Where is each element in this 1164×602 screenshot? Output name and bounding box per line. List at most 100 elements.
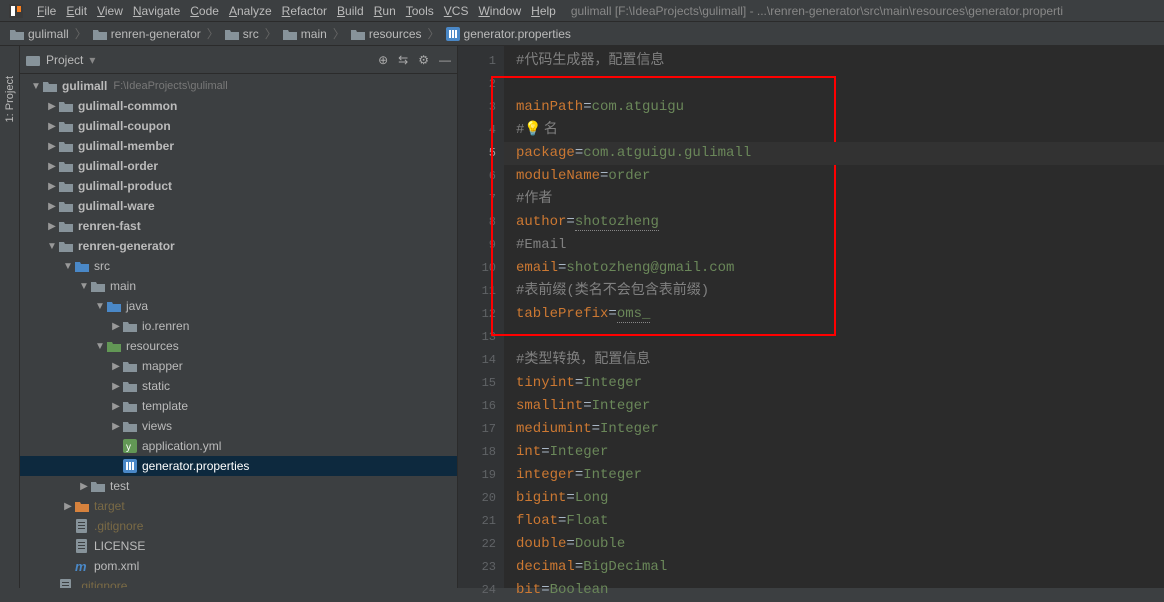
menu-window[interactable]: Window: [473, 2, 526, 20]
tree-item[interactable]: ▶gulimall-ware: [20, 196, 457, 216]
tree-item[interactable]: .gitignore: [20, 516, 457, 536]
code-line[interactable]: [516, 326, 1164, 349]
tree-item[interactable]: ▶io.renren: [20, 316, 457, 336]
tree-item[interactable]: yapplication.yml: [20, 436, 457, 456]
menu-vcs[interactable]: VCS: [439, 2, 474, 20]
editor[interactable]: 123456789101112131415161718192021222324 …: [458, 46, 1164, 588]
tree-item[interactable]: LICENSE: [20, 536, 457, 556]
file-icon: [74, 519, 90, 533]
dropdown-icon[interactable]: ▾: [89, 53, 95, 67]
breadcrumb-item[interactable]: src: [219, 27, 265, 41]
code-line[interactable]: package=com.atguigu.gulimall: [504, 142, 1164, 165]
tree-item[interactable]: ▼java: [20, 296, 457, 316]
folder-icon: [42, 80, 58, 92]
code-line[interactable]: bigint=Long: [516, 487, 1164, 510]
maven-icon: m: [74, 559, 90, 573]
code-line[interactable]: tinyint=Integer: [516, 372, 1164, 395]
code-line[interactable]: mediumint=Integer: [516, 418, 1164, 441]
code-line[interactable]: #表前缀(类名不会包含表前缀): [516, 280, 1164, 303]
code-line[interactable]: decimal=BigDecimal: [516, 556, 1164, 579]
tree-item[interactable]: ▼resources: [20, 336, 457, 356]
menu-tools[interactable]: Tools: [401, 2, 439, 20]
code-line[interactable]: tablePrefix=oms_: [516, 303, 1164, 326]
svg-text:m: m: [75, 559, 87, 573]
code-line[interactable]: float=Float: [516, 510, 1164, 533]
code-line[interactable]: mainPath=com.atguigu: [516, 96, 1164, 119]
menu-file[interactable]: File: [32, 2, 61, 20]
folder-icon: [122, 380, 138, 392]
tree-item[interactable]: ▶test: [20, 476, 457, 496]
tree-item[interactable]: ▶target: [20, 496, 457, 516]
breadcrumb-item[interactable]: generator.properties: [440, 27, 577, 41]
target-icon[interactable]: ⊕: [378, 53, 388, 67]
menu-refactor[interactable]: Refactor: [277, 2, 332, 20]
menu-analyze[interactable]: Analyze: [224, 2, 277, 20]
editor-code[interactable]: #代码生成器，配置信息 mainPath=com.atguigu#💡名packa…: [504, 46, 1164, 588]
menu-help[interactable]: Help: [526, 2, 561, 20]
folder-icon: [122, 360, 138, 372]
ide-icon: [4, 2, 28, 20]
tree-item[interactable]: ▶gulimall-coupon: [20, 116, 457, 136]
greenfolder-icon: [106, 340, 122, 352]
project-tree[interactable]: ▼gulimallF:\IdeaProjects\gulimall▶gulima…: [20, 74, 457, 588]
bluefolder-icon: [74, 260, 90, 272]
menu-build[interactable]: Build: [332, 2, 369, 20]
tree-item[interactable]: mpom.xml: [20, 556, 457, 576]
menu-view[interactable]: View: [92, 2, 128, 20]
code-line[interactable]: email=shotozheng@gmail.com: [516, 257, 1164, 280]
code-line[interactable]: integer=Integer: [516, 464, 1164, 487]
hide-icon[interactable]: —: [439, 53, 451, 67]
window-title: gulimall [F:\IdeaProjects\gulimall] - ..…: [571, 4, 1063, 18]
tree-item[interactable]: ▶gulimall-product: [20, 176, 457, 196]
breadcrumb-item[interactable]: gulimall: [4, 27, 75, 41]
code-line[interactable]: int=Integer: [516, 441, 1164, 464]
code-line[interactable]: #Email: [516, 234, 1164, 257]
folder-icon: [90, 480, 106, 492]
code-line[interactable]: smallint=Integer: [516, 395, 1164, 418]
tree-item[interactable]: ▶gulimall-member: [20, 136, 457, 156]
code-line[interactable]: #💡名: [516, 119, 1164, 142]
tree-item[interactable]: .gitignore: [20, 576, 457, 588]
menu-code[interactable]: Code: [185, 2, 224, 20]
code-line[interactable]: moduleName=order: [516, 165, 1164, 188]
folder-icon: [122, 420, 138, 432]
gear-icon[interactable]: ⚙: [418, 53, 429, 67]
bulb-icon[interactable]: 💡: [524, 122, 541, 138]
tree-item[interactable]: ▶mapper: [20, 356, 457, 376]
editor-gutter: 123456789101112131415161718192021222324: [458, 46, 504, 588]
breadcrumb-item[interactable]: main: [277, 27, 333, 41]
code-line[interactable]: #代码生成器，配置信息: [516, 50, 1164, 73]
tree-item[interactable]: ▼main: [20, 276, 457, 296]
collapse-icon[interactable]: ⇆: [398, 53, 408, 67]
menu-navigate[interactable]: Navigate: [128, 2, 185, 20]
tree-item[interactable]: ▼gulimallF:\IdeaProjects\gulimall: [20, 76, 457, 96]
code-line[interactable]: #作者: [516, 188, 1164, 211]
svg-text:y: y: [126, 442, 131, 453]
code-line[interactable]: bit=Boolean: [516, 579, 1164, 602]
project-sidebar: Project ▾ ⊕ ⇆ ⚙ — ▼gulimallF:\IdeaProjec…: [20, 46, 458, 588]
menu-run[interactable]: Run: [369, 2, 401, 20]
tree-item[interactable]: ▼src: [20, 256, 457, 276]
tree-item[interactable]: ▶gulimall-common: [20, 96, 457, 116]
project-tool-tab[interactable]: 1: Project: [4, 76, 16, 122]
folder-icon: [90, 280, 106, 292]
breadcrumb-item[interactable]: renren-generator: [87, 27, 207, 41]
bluefolder-icon: [106, 300, 122, 312]
tree-item[interactable]: ▶template: [20, 396, 457, 416]
code-line[interactable]: double=Double: [516, 533, 1164, 556]
tree-item[interactable]: ▶gulimall-order: [20, 156, 457, 176]
code-line[interactable]: [516, 73, 1164, 96]
breadcrumb-item[interactable]: resources: [345, 27, 428, 41]
menu-edit[interactable]: Edit: [61, 2, 92, 20]
folder-icon: [58, 160, 74, 172]
tree-item[interactable]: ▶static: [20, 376, 457, 396]
menubar: FileEditViewNavigateCodeAnalyzeRefactorB…: [0, 0, 1164, 22]
code-line[interactable]: #类型转换，配置信息: [516, 349, 1164, 372]
tree-item[interactable]: ▼renren-generator: [20, 236, 457, 256]
tree-item[interactable]: ▶renren-fast: [20, 216, 457, 236]
tree-item[interactable]: ▶views: [20, 416, 457, 436]
folder-icon: [58, 120, 74, 132]
tree-item[interactable]: generator.properties: [20, 456, 457, 476]
code-line[interactable]: author=shotozheng: [516, 211, 1164, 234]
yml-icon: y: [122, 439, 138, 453]
